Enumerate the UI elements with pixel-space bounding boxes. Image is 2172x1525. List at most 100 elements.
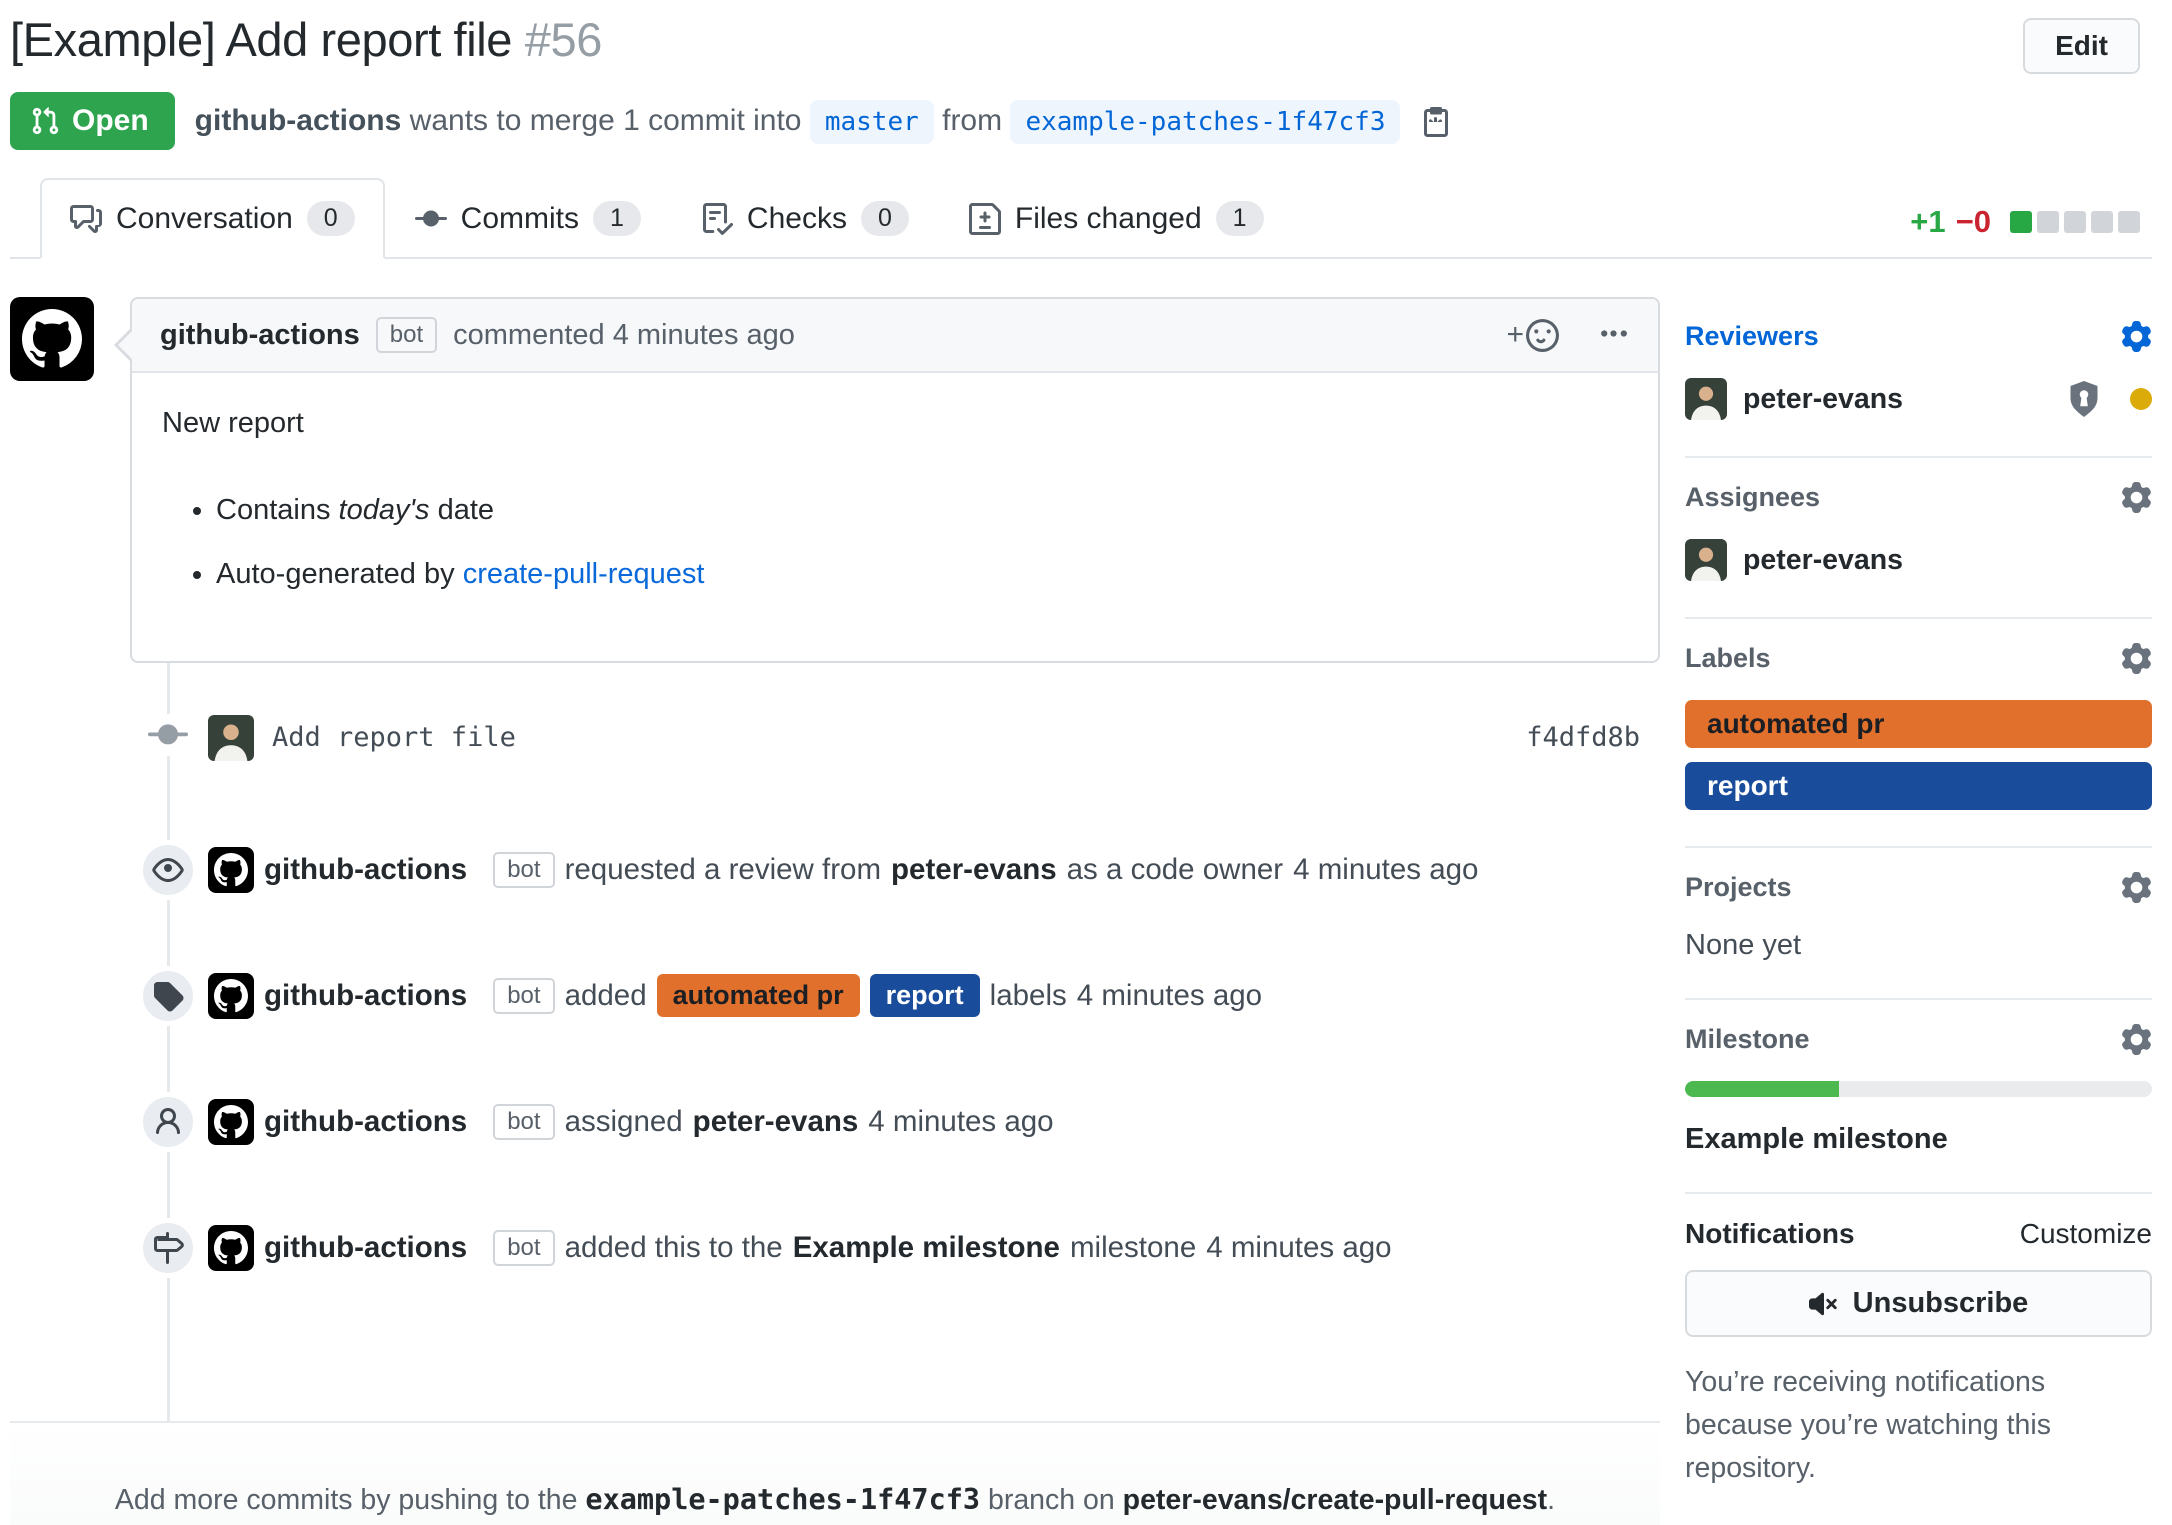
reviewers-heading[interactable]: Reviewers (1685, 321, 1819, 352)
customize-link[interactable]: Customize (2020, 1218, 2152, 1250)
notifications-caption: You’re receiving notifications because y… (1685, 1361, 2152, 1489)
checklist-icon (701, 203, 733, 235)
event-milestone-name[interactable]: Example milestone (793, 1231, 1060, 1264)
sidebar-section-assignees: Assignees peter-evans (1685, 458, 2152, 619)
assignee-row: peter-evans (1685, 539, 2152, 581)
file-diff-icon (969, 203, 1001, 235)
projects-heading[interactable]: Projects (1685, 872, 1792, 903)
avatar-github-actions[interactable] (208, 1225, 254, 1271)
kebab-menu-button[interactable] (1597, 317, 1630, 353)
assignees-heading[interactable]: Assignees (1685, 482, 1820, 513)
event-actor[interactable]: github-actions (264, 1231, 467, 1264)
copy-branch-icon[interactable] (1420, 105, 1452, 137)
tab-label: Conversation (116, 202, 293, 236)
avatar-github-actions[interactable] (208, 1099, 254, 1145)
comment-card: github-actions bot commented 4 minutes a… (130, 297, 1660, 663)
add-reaction-button[interactable]: + (1506, 318, 1559, 352)
milestone-header: Milestone (1685, 1024, 2152, 1055)
bot-badge: bot (376, 317, 437, 353)
create-pull-request-link[interactable]: create-pull-request (463, 558, 705, 590)
milestone-name[interactable]: Example milestone (1685, 1123, 2152, 1156)
avatar-peter-evans[interactable] (1685, 378, 1727, 420)
pr-number: #56 (525, 13, 602, 66)
label-report[interactable]: report (870, 974, 980, 1017)
milestone-icon (138, 1218, 198, 1278)
commit-hash[interactable]: f4dfd8b (1526, 722, 1640, 753)
event-time[interactable]: 4 minutes ago (1206, 1231, 1391, 1265)
avatar-github-actions[interactable] (10, 297, 94, 381)
tab-label: Commits (461, 202, 579, 236)
event-user[interactable]: peter-evans (693, 1105, 859, 1138)
from-text: from (942, 104, 1002, 137)
bot-badge: bot (493, 1104, 554, 1140)
event-labels-added: github-actions bot added automated pr re… (10, 933, 1660, 1059)
footer-repo: peter-evans/create-pull-request (1123, 1484, 1547, 1516)
avatar-peter-evans[interactable] (208, 715, 254, 761)
person-icon (138, 1092, 198, 1152)
gear-icon[interactable] (2121, 1024, 2152, 1055)
event-user[interactable]: peter-evans (891, 853, 1057, 886)
gear-icon[interactable] (2121, 482, 2152, 513)
tab-checks[interactable]: Checks 0 (671, 178, 939, 259)
tab-files-changed[interactable]: Files changed 1 (939, 178, 1294, 259)
sidebar-section-reviewers: Reviewers peter-evans (1685, 297, 2152, 458)
label-report[interactable]: report (1685, 762, 2152, 810)
comment-author[interactable]: github-actions (160, 319, 360, 352)
reviewer-name[interactable]: peter-evans (1743, 383, 1903, 416)
comment-actions: + (1506, 317, 1630, 353)
event-time[interactable]: 4 minutes ago (1077, 979, 1262, 1013)
label-automated-pr[interactable]: automated pr (1685, 700, 2152, 748)
event-actor[interactable]: github-actions (264, 979, 467, 1012)
base-branch-label[interactable]: master (810, 100, 934, 144)
pr-author[interactable]: github-actions (195, 104, 402, 137)
event-actor[interactable]: github-actions (264, 853, 467, 886)
comment-body: New report Contains today's date Auto-ge… (132, 373, 1658, 661)
comment-header: github-actions bot commented 4 minutes a… (132, 299, 1658, 373)
reviewers-header: Reviewers (1685, 321, 2152, 352)
pr-tabbar: Conversation 0 Commits 1 Checks 0 Files … (10, 178, 2152, 259)
event-actor[interactable]: github-actions (264, 1105, 467, 1138)
timeline: Add report file f4dfd8b github-actions b… (10, 663, 1660, 1421)
comment-row: github-actions bot commented 4 minutes a… (10, 297, 1660, 663)
assignee-name[interactable]: peter-evans (1743, 544, 1903, 577)
commit-message[interactable]: Add report file (272, 722, 516, 753)
label-automated-pr[interactable]: automated pr (657, 974, 860, 1017)
avatar-github-actions[interactable] (208, 847, 254, 893)
code-owner-shield-icon (2066, 381, 2102, 417)
event-time[interactable]: 4 minutes ago (868, 1105, 1053, 1139)
comment-bullet: Auto-generated by create-pull-request (216, 554, 1628, 595)
tab-count: 0 (307, 201, 355, 236)
tab-commits[interactable]: Commits 1 (385, 178, 671, 259)
tab-count: 1 (593, 201, 641, 236)
commit-row: Add report file f4dfd8b (10, 663, 1660, 807)
event-time[interactable]: 4 minutes ago (1293, 853, 1478, 887)
milestone-progress (1685, 1081, 2152, 1097)
lines-added: +1 (1910, 204, 1945, 240)
octocat-icon (214, 853, 248, 887)
gear-icon[interactable] (2121, 643, 2152, 674)
unsubscribe-button[interactable]: Unsubscribe (1685, 1270, 2152, 1337)
avatar-github-actions[interactable] (208, 973, 254, 1019)
head-branch-label[interactable]: example-patches-1f47cf3 (1010, 100, 1400, 144)
tab-conversation[interactable]: Conversation 0 (40, 178, 385, 259)
smiley-icon (1526, 319, 1559, 352)
tab-label: Checks (747, 202, 847, 236)
pull-request-page: [Example] Add report file #56 Edit Open … (0, 0, 2172, 1525)
event-milestone-added: github-actions bot added this to the Exa… (10, 1185, 1660, 1311)
comment-action: commented 4 minutes ago (453, 319, 795, 352)
avatar-peter-evans[interactable] (1685, 539, 1727, 581)
labels-header: Labels (1685, 643, 2152, 674)
octocat-icon (214, 1105, 248, 1139)
eye-icon (138, 840, 198, 900)
edit-button[interactable]: Edit (2023, 18, 2140, 74)
gear-icon[interactable] (2121, 872, 2152, 903)
bot-badge: bot (493, 978, 554, 1014)
milestone-heading[interactable]: Milestone (1685, 1024, 1810, 1055)
comment-list: Contains today's date Auto-generated by … (162, 490, 1628, 595)
gear-icon[interactable] (2121, 321, 2152, 352)
comment-heading: New report (162, 403, 1628, 444)
projects-header: Projects (1685, 872, 2152, 903)
status-badge-open: Open (10, 92, 175, 150)
pr-title-text: [Example] Add report file (10, 13, 512, 66)
labels-heading[interactable]: Labels (1685, 643, 1771, 674)
